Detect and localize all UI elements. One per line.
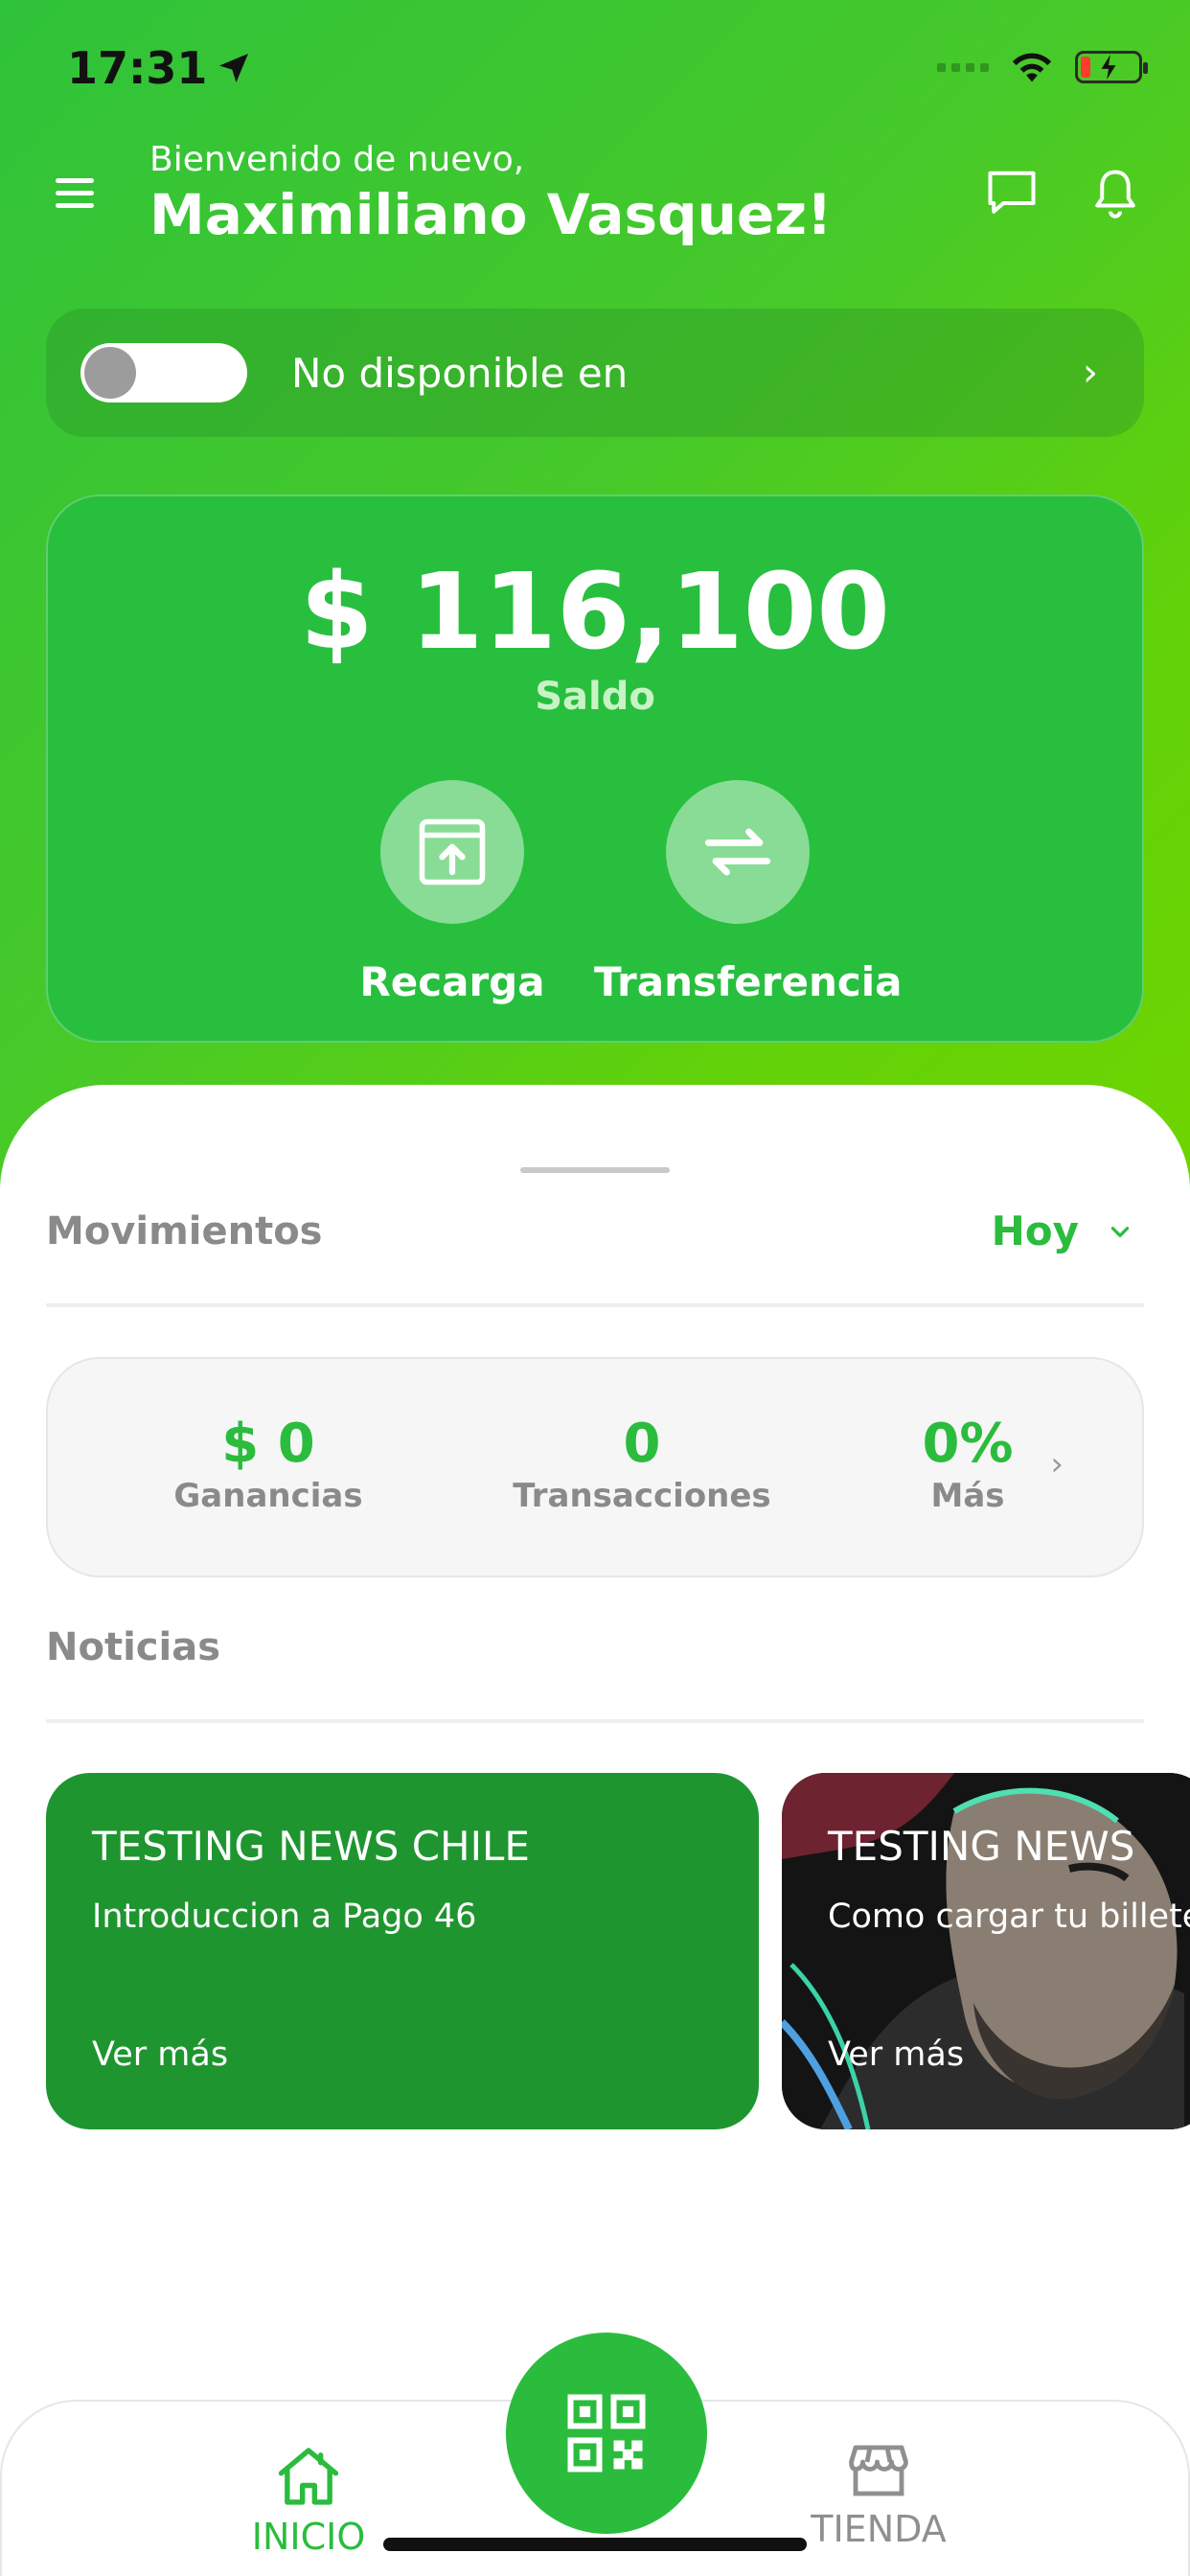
- news-card-more-link[interactable]: Ver más: [92, 2036, 228, 2074]
- home-icon: [278, 2448, 339, 2505]
- chat-icon[interactable]: [983, 165, 1041, 222]
- period-value: Hoy: [991, 1208, 1079, 1254]
- qr-scan-button[interactable]: [506, 2333, 707, 2534]
- status-time-text: 17:31: [67, 42, 208, 94]
- news-card-title: TESTING NEWS CHILE: [92, 1823, 530, 1870]
- stat-earnings-value: $ 0: [221, 1413, 315, 1475]
- tab-tienda[interactable]: TIENDA: [807, 2436, 950, 2550]
- tab-tienda-label: TIENDA: [811, 2508, 947, 2550]
- recharge-button[interactable]: Recarga: [347, 780, 558, 1005]
- news-card[interactable]: TESTING NEWS CHILE Introduccion a Pago 4…: [46, 1773, 759, 2129]
- status-bar-time: 17:31: [67, 42, 253, 94]
- tab-inicio-label: INICIO: [251, 2516, 366, 2558]
- balance-label: Saldo: [535, 675, 655, 719]
- availability-toggle-row[interactable]: No disponible en ›: [46, 309, 1144, 437]
- availability-label: No disponible en: [291, 349, 629, 397]
- stat-more: 0% Más: [872, 1413, 1064, 1515]
- news-card[interactable]: TESTING NEWS Como cargar tu billetera Ve…: [782, 1773, 1190, 2129]
- stat-transactions-value: 0: [623, 1413, 661, 1475]
- stat-earnings-label: Ganancias: [173, 1477, 363, 1515]
- balance-amount: $ 116,100: [300, 550, 890, 673]
- movements-divider: [46, 1303, 1144, 1307]
- stat-earnings: $ 0 Ganancias: [125, 1413, 412, 1515]
- tab-inicio[interactable]: INICIO: [241, 2440, 376, 2558]
- transfer-label: Transferencia: [594, 958, 903, 1005]
- stat-transactions: 0 Transacciones: [479, 1413, 805, 1515]
- news-card-more-link[interactable]: Ver más: [828, 2036, 964, 2074]
- movements-title: Movimientos: [46, 1209, 323, 1254]
- transfer-arrows-icon: [704, 828, 771, 876]
- news-card-description: Como cargar tu billetera: [828, 1898, 1190, 1936]
- wifi-icon: [1012, 53, 1052, 82]
- news-divider: [46, 1719, 1144, 1723]
- chevron-right-icon: ›: [1050, 1445, 1064, 1484]
- qr-code-icon: [567, 2394, 646, 2472]
- movements-stats-card[interactable]: $ 0 Ganancias 0 Transacciones 0% Más ›: [46, 1357, 1144, 1577]
- menu-icon[interactable]: [56, 178, 94, 216]
- transfer-button[interactable]: Transferencia: [594, 780, 903, 1005]
- recharge-label: Recarga: [359, 958, 545, 1005]
- chevron-down-icon: [1110, 1226, 1130, 1237]
- status-bar-indicators: [937, 50, 1148, 84]
- home-indicator: [383, 2538, 807, 2551]
- period-selector[interactable]: Hoy: [992, 1208, 1133, 1254]
- news-title: Noticias: [46, 1625, 221, 1669]
- notification-bell-icon[interactable]: [1087, 165, 1144, 222]
- recharge-icon: [419, 818, 486, 886]
- store-icon: [849, 2445, 908, 2496]
- availability-switch[interactable]: [80, 343, 247, 402]
- news-card-description: Introduccion a Pago 46: [92, 1898, 477, 1936]
- location-arrow-icon: [219, 54, 249, 82]
- stat-more-value: 0%: [922, 1413, 1014, 1475]
- cellular-signal-icon: [937, 62, 989, 72]
- welcome-text: Bienvenido de nuevo,: [149, 140, 525, 179]
- battery-icon: [1075, 51, 1148, 83]
- stat-transactions-label: Transacciones: [513, 1477, 771, 1515]
- news-card-title: TESTING NEWS: [828, 1823, 1135, 1870]
- sheet-drag-handle[interactable]: [520, 1167, 670, 1173]
- chevron-right-icon: ›: [1083, 351, 1098, 395]
- stat-more-label: Más: [930, 1477, 1005, 1515]
- balance-card: $ 116,100 Saldo Recarga Transferencia: [46, 494, 1144, 1043]
- user-name: Maximiliano Vasquez!: [149, 182, 833, 247]
